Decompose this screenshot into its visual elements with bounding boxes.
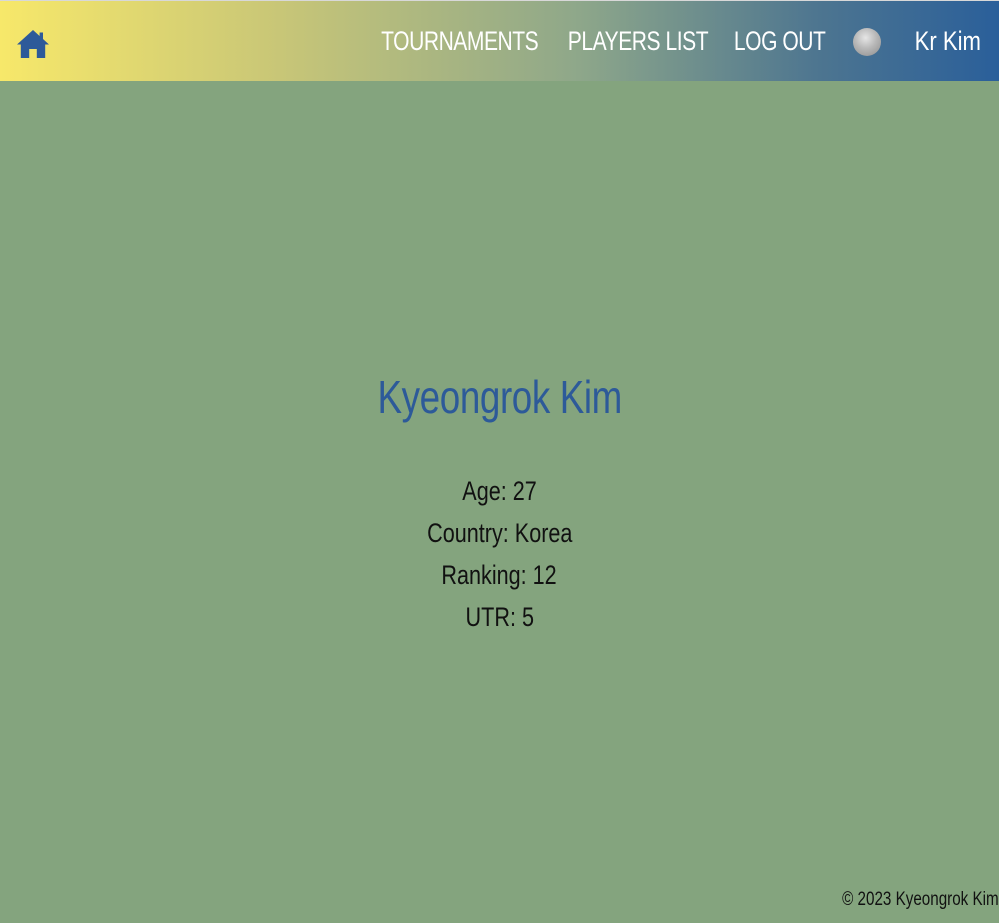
player-stats: Age: 27 Country: Korea Ranking: 12 UTR: … [0,470,999,638]
user-name[interactable]: Kr Kim [915,26,981,57]
player-utr: UTR: 5 [465,602,534,632]
navbar: TOURNAMENTS PLAYERS LIST LOG OUT Kr Kim [0,0,999,81]
nav-links: TOURNAMENTS PLAYERS LIST LOG OUT Kr Kim [379,1,981,82]
page: TOURNAMENTS PLAYERS LIST LOG OUT Kr Kim … [0,0,999,923]
nav-link-players-list[interactable]: PLAYERS LIST [568,26,709,57]
footer-copyright: © 2023 Kyeongrok Kim [842,889,999,910]
player-country: Country: Korea [426,518,573,548]
player-ranking: Ranking: 12 [441,560,558,590]
player-profile: Kyeongrok Kim Age: 27 Country: Korea Ran… [0,370,999,638]
nav-link-tournaments[interactable]: TOURNAMENTS [382,26,540,57]
user-avatar[interactable] [853,27,881,56]
player-name: Kyeongrok Kim [377,371,622,423]
player-age: Age: 27 [462,476,537,506]
home-icon[interactable] [16,28,50,60]
home-icon-graphic [17,30,49,58]
nav-link-log-out[interactable]: LOG OUT [734,26,826,57]
